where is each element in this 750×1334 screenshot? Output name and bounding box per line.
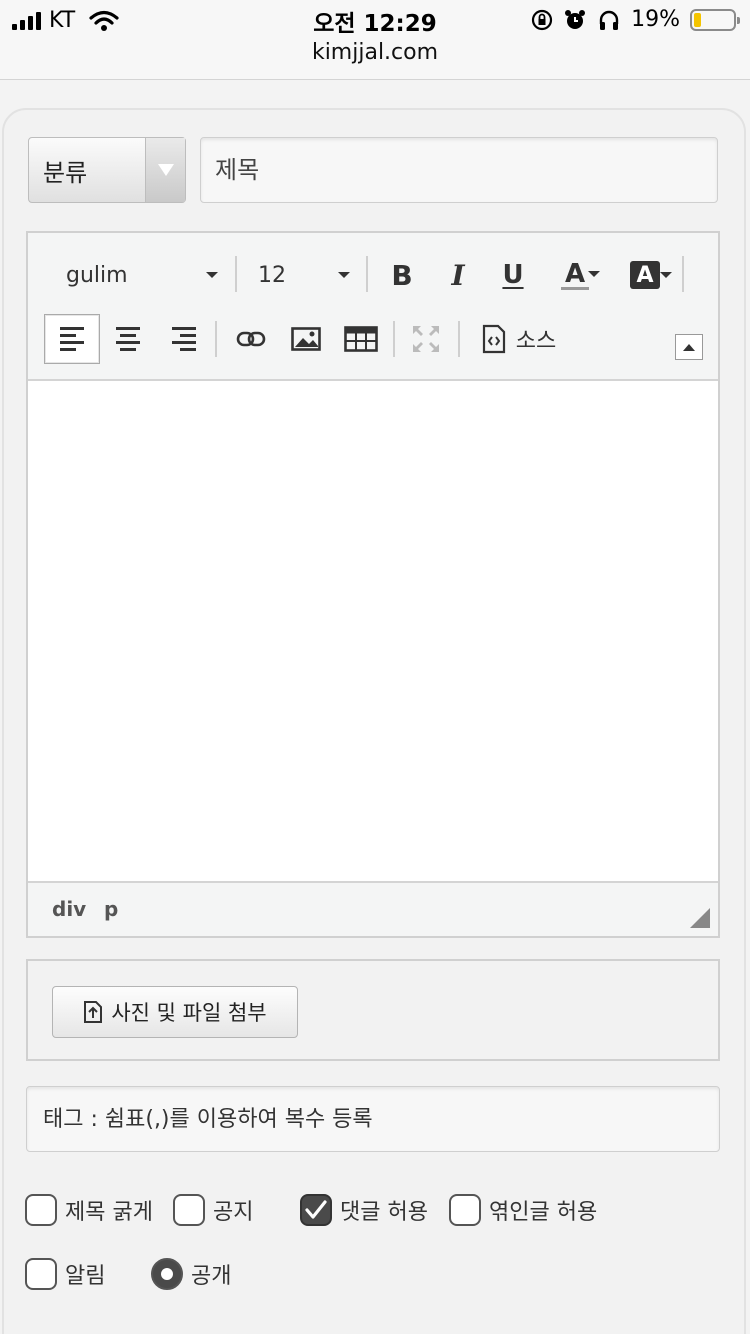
align-center-button[interactable]: [100, 314, 156, 364]
allow-replies-label: 엮인글 허용: [489, 1200, 598, 1225]
headphones-icon: [599, 10, 619, 30]
image-icon: [291, 327, 321, 351]
radio-dot-icon: [161, 1268, 173, 1280]
fullscreen-button[interactable]: [403, 314, 449, 364]
option-allow-comments[interactable]: 댓글 허용: [300, 1194, 428, 1226]
allow-comments-label: 댓글 허용: [340, 1200, 428, 1225]
attach-button-label: 사진 및 파일 첨부: [111, 1001, 267, 1025]
font-family-dropdown[interactable]: gulim: [66, 255, 226, 295]
font-color-label: A: [564, 258, 586, 289]
font-size-value: 12: [258, 262, 286, 288]
image-button[interactable]: [283, 314, 329, 364]
path-item-div[interactable]: div: [52, 897, 86, 921]
font-size-dropdown[interactable]: 12: [258, 255, 358, 295]
toolbar-divider: [393, 321, 395, 357]
tag-input[interactable]: [26, 1086, 720, 1152]
align-right-icon: [172, 327, 196, 351]
category-select[interactable]: 분류: [28, 137, 186, 203]
link-button[interactable]: [228, 314, 274, 364]
alarm-icon: [565, 9, 586, 29]
underline-button[interactable]: U: [495, 253, 531, 297]
background-color-label: A: [630, 261, 660, 289]
toolbar-collapse-button[interactable]: [675, 334, 703, 360]
align-center-icon: [116, 327, 140, 351]
option-bold-title[interactable]: 제목 굵게: [25, 1194, 153, 1226]
font-color-swatch: [561, 286, 589, 290]
allow-replies-checkbox[interactable]: [449, 1194, 481, 1226]
category-label: 분류: [43, 158, 88, 187]
caret-down-icon: [206, 272, 218, 278]
italic-button[interactable]: I: [440, 253, 476, 297]
rotation-lock-icon: [531, 9, 553, 30]
public-radio[interactable]: [151, 1258, 183, 1290]
fullscreen-icon: [413, 326, 439, 352]
source-label: 소스: [515, 329, 557, 354]
caret-down-icon: [588, 271, 600, 277]
font-family-value: gulim: [66, 262, 128, 288]
option-notice[interactable]: 공지: [173, 1194, 253, 1226]
check-icon: [305, 1200, 327, 1219]
resize-handle-icon[interactable]: [690, 908, 710, 928]
page-url[interactable]: kimjjal.com: [0, 40, 750, 65]
attachment-panel: 사진 및 파일 첨부: [26, 959, 720, 1061]
font-color-icon: A: [561, 259, 589, 290]
rich-text-editor: gulim 12 B I U A A 소스 div p: [26, 231, 720, 938]
attach-file-button[interactable]: 사진 및 파일 첨부: [52, 986, 298, 1038]
caret-up-icon: [683, 343, 695, 351]
editor-toolbar: gulim 12 B I U A A 소스: [28, 233, 718, 381]
background-color-button[interactable]: A: [620, 253, 672, 297]
battery-icon: [690, 8, 740, 31]
status-right: 19%: [531, 7, 740, 32]
link-icon: [236, 331, 266, 347]
bold-button[interactable]: B: [384, 253, 420, 297]
option-public[interactable]: 공개: [151, 1258, 231, 1290]
battery-percent: 19%: [631, 7, 680, 32]
allow-comments-checkbox[interactable]: [300, 1194, 332, 1226]
element-path-bar: div p: [28, 881, 718, 936]
title-input[interactable]: [200, 137, 718, 203]
toolbar-divider: [366, 256, 368, 292]
battery-fill: [694, 12, 702, 27]
alert-checkbox[interactable]: [25, 1258, 57, 1290]
path-item-p[interactable]: p: [104, 897, 118, 921]
chevron-down-icon[interactable]: [145, 138, 185, 202]
public-label: 공개: [191, 1264, 232, 1289]
upload-icon: [84, 1001, 103, 1023]
alert-label: 알림: [65, 1264, 106, 1289]
notice-label: 공지: [213, 1200, 254, 1225]
bold-title-label: 제목 굵게: [65, 1200, 153, 1225]
table-button[interactable]: [338, 314, 384, 364]
option-allow-replies[interactable]: 엮인글 허용: [449, 1194, 597, 1226]
caret-down-icon: [338, 272, 350, 278]
font-color-button[interactable]: A: [550, 251, 600, 297]
toolbar-divider: [458, 321, 460, 357]
table-icon: [344, 326, 378, 352]
toolbar-divider: [215, 321, 217, 357]
align-right-button[interactable]: [156, 314, 212, 364]
toolbar-divider: [682, 256, 684, 292]
source-button[interactable]: 소스: [474, 314, 564, 364]
toolbar-divider: [235, 256, 237, 292]
option-alert[interactable]: 알림: [25, 1258, 105, 1290]
caret-down-icon: [660, 272, 672, 278]
align-left-icon: [60, 327, 84, 351]
status-bar: KT 오전 12:29 kimjjal.com 19%: [0, 0, 750, 80]
source-code-icon: [482, 324, 505, 354]
notice-checkbox[interactable]: [173, 1194, 205, 1226]
bold-title-checkbox[interactable]: [25, 1194, 57, 1226]
editor-content-area[interactable]: [28, 381, 718, 881]
align-left-button[interactable]: [44, 314, 100, 364]
